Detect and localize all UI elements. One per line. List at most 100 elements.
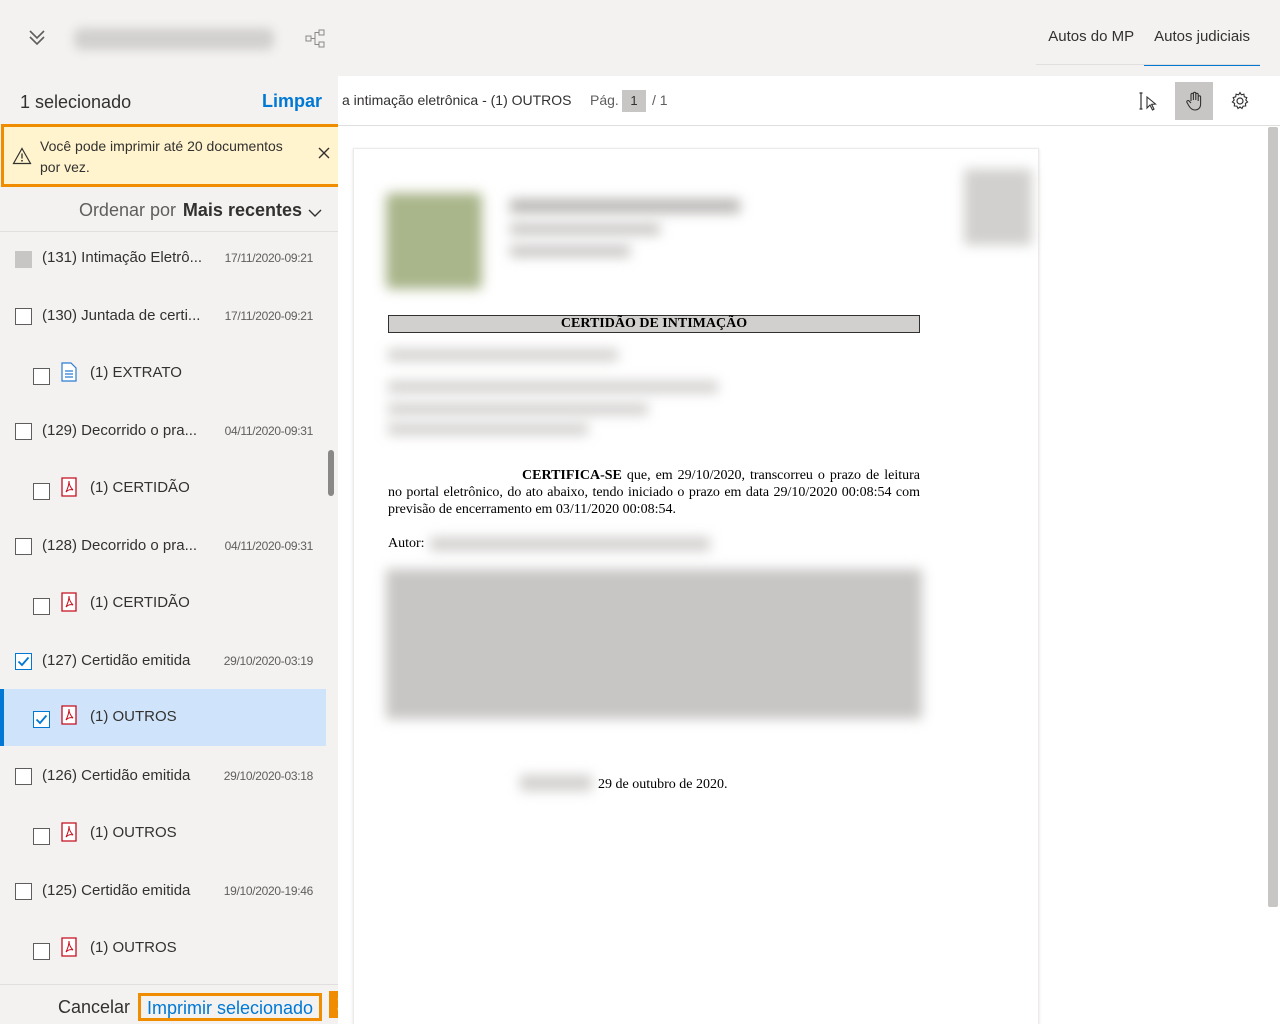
sort-dropdown[interactable]: Mais recentes [183,200,302,221]
list-item[interactable]: (127) Certidão emitida 29/10/2020-03:19 [0,634,326,691]
checkbox[interactable] [15,768,32,785]
item-date: 29/10/2020-03:19 [223,654,314,668]
top-bar: Autos do MP Autos judiciais [0,0,1280,76]
list-item[interactable]: (126) Certidão emitida 29/10/2020-03:18 [0,749,326,806]
text-select-icon [1139,92,1157,111]
item-date: 19/10/2020-19:46 [223,884,314,898]
item-label: (130) Juntada de certi... [42,307,201,324]
checkbox[interactable] [33,828,50,845]
item-label: (1) OUTROS [90,824,177,841]
item-label: (1) OUTROS [90,708,177,725]
certificate-body: CERTIFICA-SE que, em 29/10/2020, transco… [388,467,920,518]
item-label: (1) CERTIDÃO [90,594,190,611]
tab-autos-do-mp[interactable]: Autos do MP [1038,20,1144,66]
process-number-redacted [74,28,274,50]
pdf-icon [61,477,77,497]
case-info-redacted [388,423,588,435]
tree-icon[interactable] [304,28,328,50]
list-scrollbar[interactable] [328,450,334,496]
item-date: 04/11/2020-09:31 [224,424,314,438]
item-label: (126) Certidão emitida [42,767,191,784]
checkbox[interactable] [15,538,32,555]
document-viewer: a intimação eletrônica - (1) OUTROS Pág.… [338,76,1280,1024]
text-select-tool[interactable] [1130,82,1168,120]
certificate-text: que, em 29/10/2020, transcorreu o prazo … [388,468,920,517]
list-item[interactable]: (129) Decorrido o pra... 04/11/2020-09:3… [0,404,326,461]
tab-autos-judiciais[interactable]: Autos judiciais [1144,20,1260,66]
document-list-panel: 1 selecionado Limpar Ordenar por Mais re… [0,76,338,1024]
gear-icon [1231,91,1249,110]
item-date: 29/10/2020-03:18 [223,769,314,783]
item-label: (128) Decorrido o pra... [42,537,198,554]
list-item[interactable]: (125) Certidão emitida 19/10/2020-19:46 [0,864,326,921]
checkbox[interactable] [33,368,50,385]
item-date: 17/11/2020-09:21 [224,251,314,265]
print-selected-button[interactable]: Imprimir selecionado [138,993,323,1021]
list-item[interactable]: (130) Juntada de certi... 17/11/2020-09:… [0,289,326,346]
list-item[interactable]: (1) CERTIDÃO [0,576,326,633]
document-date: 29 de outubro de 2020. [598,777,728,792]
header-text-redacted [510,245,630,257]
list-item[interactable]: (1) OUTROS [0,806,326,863]
chevron-double-down-icon[interactable] [24,26,50,50]
document-icon [61,362,77,382]
top-tabs: Autos do MP Autos judiciais [1038,20,1260,66]
case-info-redacted [388,381,718,393]
qr-code-redacted [964,169,1032,245]
checkbox[interactable] [33,598,50,615]
sort-row: Ordenar por Mais recentes [0,196,338,232]
checkbox[interactable] [33,943,50,960]
author-name-redacted [430,537,710,551]
header-text-redacted [510,223,660,235]
item-label: (127) Certidão emitida [42,652,191,669]
sort-label: Ordenar por [78,200,176,220]
close-icon[interactable] [316,145,332,161]
viewer-toolbar: a intimação eletrônica - (1) OUTROS Pág.… [338,76,1280,126]
settings-button[interactable] [1221,82,1259,120]
header-text-redacted [510,199,740,213]
hand-tool[interactable] [1175,82,1213,120]
pdf-icon [61,592,77,612]
location-redacted [520,775,592,791]
chevron-down-icon[interactable] [308,205,322,217]
viewer-scrollbar[interactable] [1268,127,1278,907]
checkbox-checked[interactable] [15,653,32,670]
certificate-heading: CERTIDÃO DE INTIMAÇÃO [388,315,920,333]
list-item[interactable]: (128) Decorrido o pra... 04/11/2020-09:3… [0,519,326,576]
document-canvas[interactable]: CERTIDÃO DE INTIMAÇÃO CERTIFICA-SE que, … [338,127,1280,1024]
list-item[interactable]: (131) Intimação Eletrô... 17/11/2020-09:… [0,232,326,289]
selected-count: 1 selecionado [20,92,132,112]
checkbox-checked[interactable] [33,711,50,728]
checkbox[interactable] [15,423,32,440]
seal-image-redacted [386,193,482,289]
list-item[interactable]: (1) EXTRATO [0,346,326,403]
print-limit-warning: Você pode imprimir até 20 documentos por… [1,124,351,187]
document-title-suffix: - (1) OUTROS [478,92,572,108]
checkbox[interactable] [15,883,32,900]
item-label: (1) EXTRATO [90,364,182,381]
author-label: Autor: [388,536,425,551]
page-number-input[interactable]: 1 [622,90,646,112]
item-label: (131) Intimação Eletrô... [42,249,203,266]
pdf-icon [61,937,77,957]
page-total: / 1 [652,92,668,108]
item-label: (1) CERTIDÃO [90,479,190,496]
certificate-lead: CERTIFICA-SE [522,468,622,483]
pdf-icon [61,705,77,725]
panel-footer: Cancelar Imprimir selecionado [0,984,338,1024]
checkbox[interactable] [33,483,50,500]
clear-button[interactable]: Limpar [262,91,322,112]
selection-header: 1 selecionado Limpar [0,76,338,126]
page-label: Pág. [590,92,619,108]
checkbox[interactable] [15,308,32,325]
list-item[interactable]: (1) CERTIDÃO [0,461,326,518]
cancel-button[interactable]: Cancelar [58,997,130,1018]
list-item-selected[interactable]: (1) OUTROS [0,689,326,746]
document-title: a intimação eletrônica - (1) OUTROS [342,92,572,108]
item-label: (125) Certidão emitida [42,882,191,899]
document-title-main: a intimação eletrônica [342,92,479,108]
checkbox-disabled [15,251,32,268]
document-text-redacted [386,569,922,719]
list-item[interactable]: (1) OUTROS [0,921,326,978]
item-date: 17/11/2020-09:21 [224,309,314,323]
